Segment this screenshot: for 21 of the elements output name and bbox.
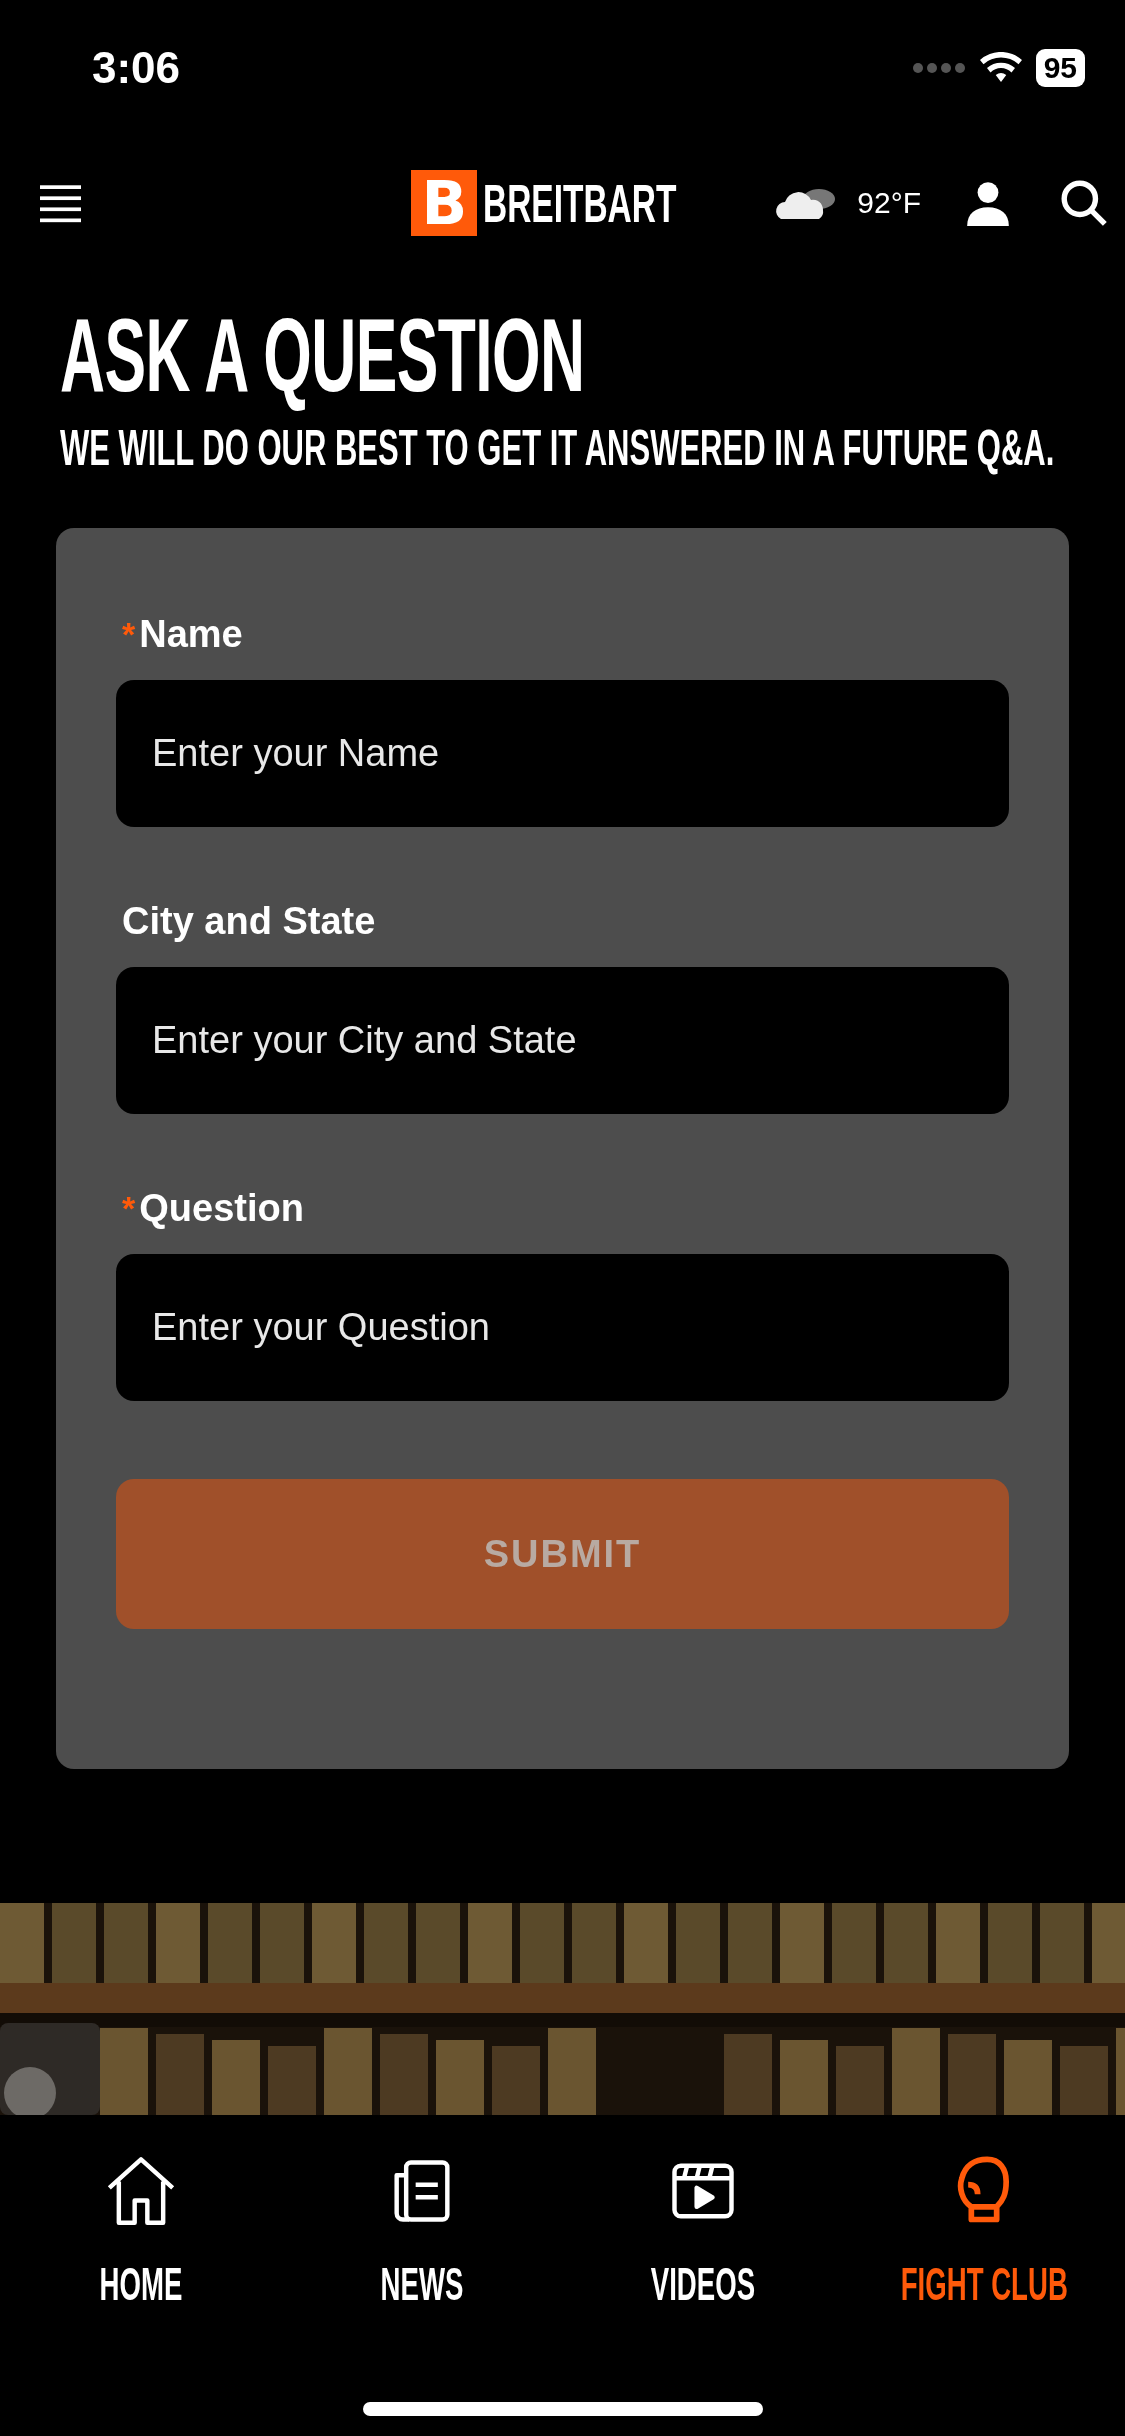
field-label: City and State	[122, 899, 376, 943]
signal-icon	[911, 61, 966, 74]
wifi-icon	[979, 51, 1022, 84]
required-mark: *	[122, 1188, 136, 1228]
field-label: Question	[139, 1186, 304, 1230]
input-field[interactable]: Enter your City and State	[116, 967, 1009, 1114]
page-subtitle: WE WILL DO OUR BEST TO GET IT ANSWERED IN A FUTURE Q&A.	[60, 420, 1055, 476]
tab-item[interactable]: HOME	[0, 2153, 282, 2333]
tab-item[interactable]: FIGHT CLUB	[843, 2153, 1125, 2333]
tab-item[interactable]: VIDEOS	[562, 2153, 844, 2333]
battery-level: 95	[1035, 48, 1085, 87]
logo-text: BREITBART	[483, 171, 677, 234]
field-label: Name	[139, 612, 243, 656]
page-title: ASK A QUESTION	[60, 300, 585, 410]
tab-item[interactable]: NEWS	[281, 2153, 563, 2333]
temperature: 92°F	[857, 185, 921, 220]
required-mark: *	[122, 614, 136, 654]
logo-mark: B	[411, 169, 478, 236]
input-field[interactable]: Enter your Name	[116, 680, 1009, 827]
input-field[interactable]: Enter your Question	[116, 1254, 1009, 1401]
status-time: 3:06	[92, 42, 181, 93]
